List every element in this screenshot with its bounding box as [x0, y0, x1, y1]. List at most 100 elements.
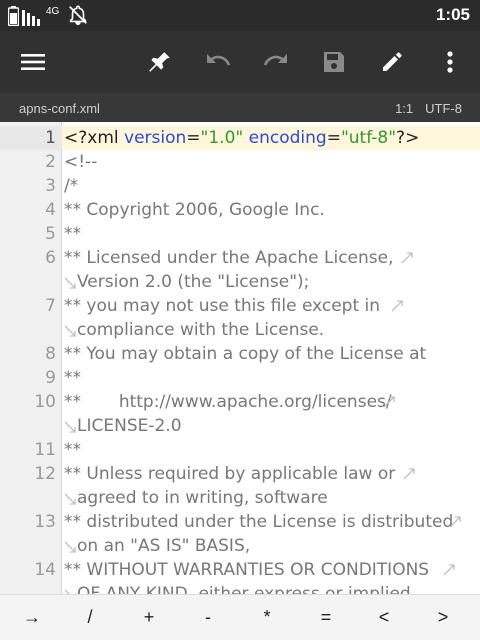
code-line-continuation[interactable]: OF ANY KIND, either express or implied.: [0, 582, 480, 594]
line-text-wrapped: on an "AS IS" BASIS,: [77, 536, 251, 556]
line-number: 11: [34, 440, 56, 460]
key-tab[interactable]: →: [12, 607, 52, 628]
line-number: 7: [45, 296, 56, 316]
xml-attr-version: version: [124, 128, 187, 148]
code-line[interactable]: 5 **: [0, 222, 480, 246]
line-number: 10: [34, 392, 56, 412]
wrap-indicator-icon: [383, 396, 395, 408]
xml-decl-close: ?>: [396, 128, 420, 148]
editor-toolbar: [0, 31, 480, 93]
line-number: 6: [45, 248, 56, 268]
save-icon: [324, 52, 344, 72]
line-number: 3: [45, 176, 56, 196]
line-number: 2: [45, 152, 56, 172]
xml-eq: =: [326, 128, 341, 148]
line-text: <?xml version="1.0" encoding="utf-8"?>: [64, 128, 419, 148]
menu-button[interactable]: [15, 44, 51, 80]
xml-decl-tag: xml: [87, 128, 119, 148]
line-number: 14: [34, 560, 56, 580]
pin-button[interactable]: [142, 44, 178, 80]
key-slash[interactable]: /: [70, 607, 110, 628]
code-line[interactable]: 3 /*: [0, 174, 480, 198]
wrap-indicator-icon: [443, 564, 455, 576]
more-vert-icon: [447, 51, 453, 73]
wrap-continuation-icon: [64, 421, 76, 433]
file-info-bar: apns-conf.xml 1:1 UTF-8: [0, 93, 480, 122]
file-name: apns-conf.xml: [19, 101, 100, 116]
line-text-wrapped: agreed to in writing, software: [77, 488, 328, 508]
key-minus[interactable]: -: [188, 607, 228, 628]
code-line[interactable]: 12 ** Unless required by applicable law o…: [0, 462, 480, 486]
undo-button[interactable]: [200, 44, 236, 80]
edit-icon: [383, 52, 402, 71]
code-line-continuation[interactable]: on an "AS IS" BASIS,: [0, 534, 480, 558]
key-equals[interactable]: =: [306, 607, 346, 628]
line-text: ** Unless required by applicable law or: [64, 464, 396, 484]
line-text: ** Licensed under the Apache License,: [64, 248, 394, 268]
code-line-continuation[interactable]: Version 2.0 (the "License");: [0, 270, 480, 294]
line-text-wrapped: compliance with the License.: [77, 320, 325, 340]
status-icons: 4G: [8, 4, 90, 26]
status-clock: 1:05: [435, 5, 470, 24]
line-text: <!--: [64, 152, 98, 172]
line-text: **: [64, 368, 81, 388]
cursor-position: 1:1: [395, 101, 414, 116]
line-text: **: [64, 440, 81, 460]
wrap-indicator-icon: [391, 300, 403, 312]
redo-button[interactable]: [258, 44, 294, 80]
xml-decl-open: <?: [64, 128, 88, 148]
code-line-continuation[interactable]: agreed to in writing, software: [0, 486, 480, 510]
wrap-indicator-icon: [449, 516, 461, 528]
code-line[interactable]: 8 ** You may obtain a copy of the License…: [0, 342, 480, 366]
line-number: 13: [34, 512, 56, 532]
code-line[interactable]: 4 ** Copyright 2006, Google Inc.: [0, 198, 480, 222]
line-text: ** WITHOUT WARRANTIES OR CONDITIONS: [64, 560, 430, 580]
cursor-info: 1:1 UTF-8: [395, 101, 462, 116]
line-text: ** http://www.apache.org/licenses/: [64, 392, 392, 412]
xml-value-encoding: "utf-8": [340, 128, 397, 148]
wrap-continuation-icon: [64, 493, 76, 505]
pin-icon: [149, 52, 170, 72]
line-text-wrapped: Version 2.0 (the "License");: [77, 272, 310, 292]
line-number: 8: [45, 344, 56, 364]
line-text: ** You may obtain a copy of the License …: [64, 344, 427, 364]
save-button[interactable]: [316, 44, 352, 80]
line-text: ** you may not use this file except in: [64, 296, 381, 316]
undo-icon: [207, 54, 231, 66]
line-text: ** Copyright 2006, Google Inc.: [64, 200, 325, 220]
wrap-continuation-icon: [64, 541, 76, 553]
xml-eq: =: [186, 128, 201, 148]
key-less-than[interactable]: <: [364, 607, 404, 628]
line-number: 5: [45, 224, 56, 244]
battery-icon: [8, 6, 19, 26]
notifications-off-icon: [69, 5, 88, 25]
redo-icon: [263, 54, 287, 66]
key-asterisk[interactable]: *: [247, 607, 287, 628]
line-number: 9: [45, 368, 56, 388]
line-text: ** distributed under the License is dist…: [64, 512, 454, 532]
code-editor[interactable]: 1 <?xml version="1.0" encoding="utf-8"?>…: [0, 122, 480, 594]
code-line-continuation[interactable]: compliance with the License.: [0, 318, 480, 342]
xml-attr-encoding: encoding: [248, 128, 327, 148]
key-greater-than[interactable]: >: [423, 607, 463, 628]
code-line-continuation[interactable]: LICENSE-2.0: [0, 414, 480, 438]
code-line[interactable]: 2 <!--: [0, 150, 480, 174]
code-line[interactable]: 7 ** you may not use this file except in: [0, 294, 480, 318]
line-text: /*: [64, 176, 79, 196]
more-options-button[interactable]: [432, 44, 468, 80]
code-line[interactable]: 10 ** http://www.apache.org/licenses/: [0, 390, 480, 414]
code-line[interactable]: 11 **: [0, 438, 480, 462]
network-type: 4G: [46, 6, 60, 17]
line-text: **: [64, 224, 81, 244]
file-encoding[interactable]: UTF-8: [425, 101, 462, 116]
menu-icon: [21, 54, 45, 70]
code-line[interactable]: 9 **: [0, 366, 480, 390]
code-line[interactable]: 14 ** WITHOUT WARRANTIES OR CONDITIONS: [0, 558, 480, 582]
code-line[interactable]: 1 <?xml version="1.0" encoding="utf-8"?>: [0, 126, 480, 150]
key-plus[interactable]: +: [129, 607, 169, 628]
code-line[interactable]: 6 ** Licensed under the Apache License,: [0, 246, 480, 270]
line-number: 1: [45, 128, 56, 148]
edit-button[interactable]: [374, 44, 410, 80]
extra-keys-bar: → / + - * = < >: [0, 594, 480, 640]
code-line[interactable]: 13 ** distributed under the License is di…: [0, 510, 480, 534]
